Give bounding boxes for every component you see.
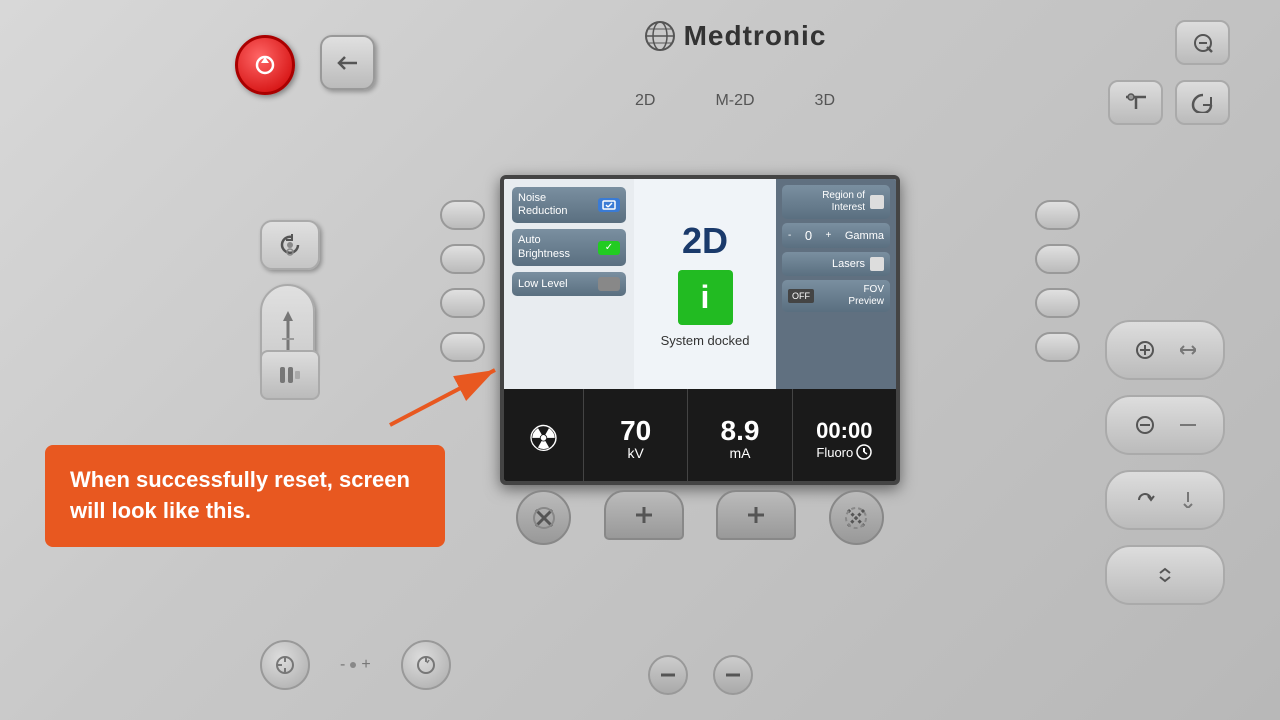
low-level-toggle[interactable] xyxy=(598,277,620,291)
fov-off-label: OFF xyxy=(788,289,814,303)
bottom-left-controls: - + xyxy=(260,640,451,690)
plus-label: + xyxy=(361,656,370,674)
refresh-button[interactable] xyxy=(260,220,320,270)
fluoro-label-row: Fluoro xyxy=(816,444,872,460)
info-icon: i xyxy=(678,270,733,325)
medtronic-logo: Medtronic xyxy=(644,20,827,52)
bottom-minus-btn-2[interactable] xyxy=(713,655,753,695)
screen-center: 2D i System docked xyxy=(634,179,776,389)
tab-m2d[interactable]: M-2D xyxy=(705,88,764,114)
checkmark-icon: ✓ xyxy=(605,242,613,253)
right-oval-btn-3[interactable] xyxy=(1035,288,1080,318)
annotation-text: When successfully reset, screen will loo… xyxy=(70,467,410,523)
bottom-btn-x-left[interactable] xyxy=(516,490,571,545)
gamma-btn[interactable]: - 0 + Gamma xyxy=(782,223,890,248)
right-oval-btn-4[interactable] xyxy=(1035,332,1080,362)
screen-top-bar: NoiseReduction AutoBrightness ✓ Low Leve… xyxy=(504,179,896,389)
zoom-control-1[interactable] xyxy=(1105,320,1225,380)
arrows-control[interactable] xyxy=(1105,545,1225,605)
top-right-btn-3[interactable] xyxy=(1175,80,1230,125)
screen: NoiseReduction AutoBrightness ✓ Low Leve… xyxy=(500,175,900,485)
fluoro-label-text: Fluoro xyxy=(816,445,853,460)
roi-icon xyxy=(870,195,884,209)
minus-label: - xyxy=(340,656,345,674)
brightness-control-row: - + xyxy=(340,656,371,674)
roi-label: Region ofInterest xyxy=(822,190,865,214)
left-button-strip xyxy=(440,200,485,362)
bottom-screen-buttons xyxy=(500,490,900,545)
tab-2d[interactable]: 2D xyxy=(625,88,665,114)
right-oval-btn-1[interactable] xyxy=(1035,200,1080,230)
arrow-annotation xyxy=(340,355,520,435)
right-oval-btn-2[interactable] xyxy=(1035,244,1080,274)
center-dot xyxy=(350,662,356,668)
brightness-knob-right[interactable] xyxy=(401,640,451,690)
gamma-value: 0 xyxy=(805,228,812,243)
screen-left-panel: NoiseReduction AutoBrightness ✓ Low Leve… xyxy=(504,179,634,389)
top-right-btn-1[interactable] xyxy=(1175,20,1230,65)
bottom-center-area xyxy=(500,655,900,695)
mode-buttons: 2D M-2D 3D xyxy=(220,88,1250,114)
fov-label: FOVPreview xyxy=(848,284,884,308)
annotation-box: When successfully reset, screen will loo… xyxy=(45,445,445,547)
kv-unit: kV xyxy=(627,445,643,461)
lasers-btn[interactable]: Lasers xyxy=(782,252,890,276)
gamma-minus: - xyxy=(788,230,791,241)
tab-3d[interactable]: 3D xyxy=(805,88,845,114)
brand-name: Medtronic xyxy=(684,20,827,52)
top-right-btn-2[interactable] xyxy=(1108,80,1163,125)
vert-right-controls xyxy=(1105,320,1225,605)
fluoro-cell: 00:00 Fluoro xyxy=(793,389,896,485)
low-level-label: Low Level xyxy=(518,278,568,290)
auto-brightness-btn[interactable]: AutoBrightness ✓ xyxy=(512,229,626,265)
low-level-btn[interactable]: Low Level xyxy=(512,272,626,296)
fov-btn[interactable]: OFF FOVPreview xyxy=(782,280,890,312)
bottom-btn-plus-right[interactable] xyxy=(716,490,796,540)
bottom-btn-plus-left[interactable] xyxy=(604,490,684,540)
rotate-control[interactable] xyxy=(1105,470,1225,530)
auto-brightness-toggle[interactable]: ✓ xyxy=(598,241,620,255)
gamma-label: Gamma xyxy=(845,230,884,242)
noise-reduction-label: NoiseReduction xyxy=(518,192,568,218)
top-header: Medtronic xyxy=(220,20,1250,52)
fluoro-time: 00:00 xyxy=(816,418,872,444)
left-screen-buttons xyxy=(260,350,320,400)
top-right-controls xyxy=(1108,20,1230,125)
ma-cell: 8.9 mA xyxy=(688,389,792,485)
lasers-label: Lasers xyxy=(832,258,865,270)
play-button[interactable] xyxy=(260,350,320,400)
auto-brightness-label: AutoBrightness xyxy=(518,234,570,260)
radiation-symbol: ☢ xyxy=(527,418,559,460)
gamma-plus: + xyxy=(826,230,832,241)
noise-reduction-btn[interactable]: NoiseReduction xyxy=(512,187,626,223)
roi-btn[interactable]: Region ofInterest xyxy=(782,185,890,219)
device-panel: Medtronic 2D M-2D 3D xyxy=(0,0,1280,720)
screen-right-panel: Region ofInterest - 0 + Gamma Lasers xyxy=(776,179,896,389)
right-button-strip xyxy=(1035,200,1080,362)
system-docked-text: System docked xyxy=(661,333,750,348)
kv-value: 70 xyxy=(620,417,651,445)
left-oval-btn-3[interactable] xyxy=(440,288,485,318)
left-oval-btn-2[interactable] xyxy=(440,244,485,274)
zoom-control-2[interactable] xyxy=(1105,395,1225,455)
noise-reduction-toggle[interactable] xyxy=(598,198,620,212)
brightness-knob-left[interactable] xyxy=(260,640,310,690)
screen-bottom-bar: ☢ 70 kV 8.9 mA 00:00 Fluoro xyxy=(504,389,896,485)
left-oval-btn-1[interactable] xyxy=(440,200,485,230)
bottom-btn-x-right[interactable] xyxy=(829,490,884,545)
ma-value: 8.9 xyxy=(721,417,760,445)
ma-unit: mA xyxy=(729,445,750,461)
bottom-minus-btn-1[interactable] xyxy=(648,655,688,695)
lasers-icon xyxy=(870,257,884,271)
kv-cell: 70 kV xyxy=(584,389,688,485)
mode-display: 2D xyxy=(682,220,728,262)
